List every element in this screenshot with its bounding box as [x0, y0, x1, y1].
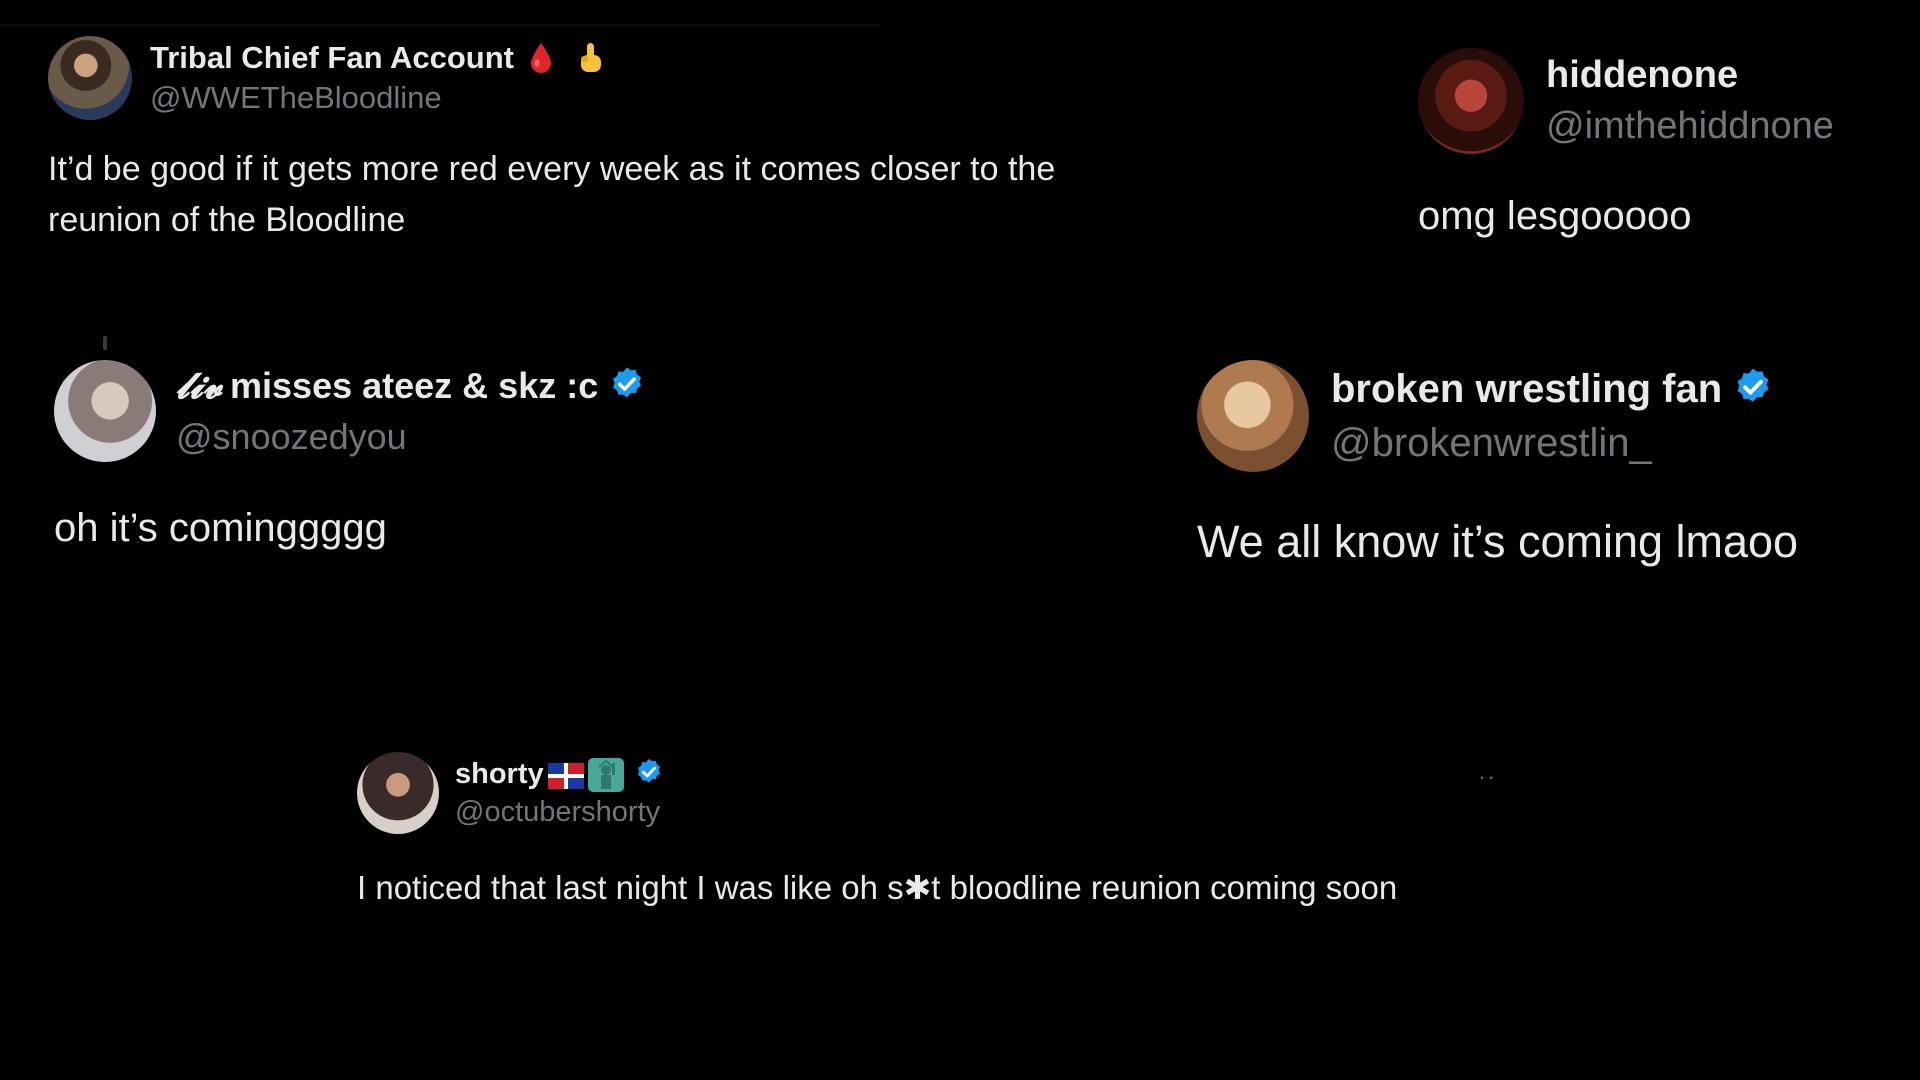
more-options-icon[interactable]: ··	[1478, 764, 1497, 790]
tweet-text: I noticed that last night I was like oh …	[357, 869, 1398, 906]
verified-badge-icon	[634, 757, 664, 792]
tweet-header: 𝓵𝓲𝓿 misses ateez & skz :c @snoozedyou	[54, 360, 854, 462]
tweet-header: broken wrestling fan @brokenwrestlin_	[1197, 360, 1897, 472]
blood-drop-icon	[528, 41, 554, 75]
handle[interactable]: @WWETheBloodline	[150, 80, 606, 116]
avatar[interactable]	[54, 360, 156, 462]
handle[interactable]: @brokenwrestlin_	[1331, 421, 1774, 466]
tweet-header: shorty @octubershorty	[357, 752, 1497, 834]
display-name-script[interactable]: 𝓵𝓲𝓿	[176, 365, 222, 408]
name-row: 𝓵𝓲𝓿 misses ateez & skz :c	[176, 365, 646, 408]
statue-of-liberty-icon	[587, 757, 624, 792]
tweet-header: hiddenone @imthehiddnone	[1418, 48, 1898, 154]
thread-connector	[103, 336, 107, 350]
handle[interactable]: @octubershorty	[455, 796, 664, 829]
author-info: broken wrestling fan @brokenwrestlin_	[1331, 366, 1774, 466]
author-info: hiddenone @imthehiddnone	[1546, 54, 1834, 148]
name-row: broken wrestling fan	[1331, 366, 1774, 413]
name-row: shorty	[455, 757, 664, 792]
tweet-text: It’d be good if it gets more red every w…	[48, 150, 1056, 239]
tweet-text: oh it’s cominggggg	[54, 506, 387, 550]
tweet-card[interactable]: hiddenone @imthehiddnone omg lesgooooo	[1418, 48, 1898, 239]
author-info: 𝓵𝓲𝓿 misses ateez & skz :c @snoozedyou	[176, 365, 646, 458]
tweet-collage: Tribal Chief Fan Account @WWETheBloodlin…	[0, 0, 1920, 1080]
tweet-card[interactable]: Tribal Chief Fan Account @WWETheBloodlin…	[48, 36, 1168, 246]
avatar[interactable]	[1197, 360, 1309, 472]
tweet-card[interactable]: ·· shorty @octubershorty I noticed that …	[357, 752, 1497, 907]
author-info: Tribal Chief Fan Account @WWETheBloodlin…	[150, 40, 606, 116]
tweet-text: omg lesgooooo	[1418, 194, 1692, 238]
tweet-text: We all know it’s coming lmaoo	[1197, 516, 1799, 567]
tweet-header: Tribal Chief Fan Account @WWETheBloodlin…	[48, 36, 1168, 120]
display-name[interactable]: Tribal Chief Fan Account	[150, 40, 514, 76]
display-name[interactable]: broken wrestling fan	[1331, 367, 1722, 412]
handle[interactable]: @imthehiddnone	[1546, 105, 1834, 148]
avatar[interactable]	[48, 36, 132, 120]
pointing-up-hand-icon	[576, 41, 606, 75]
divider	[0, 24, 880, 26]
avatar[interactable]	[1418, 48, 1524, 154]
display-name[interactable]: misses ateez & skz :c	[230, 365, 598, 407]
handle[interactable]: @snoozedyou	[176, 416, 646, 458]
name-row: Tribal Chief Fan Account	[150, 40, 606, 76]
tweet-card[interactable]: 𝓵𝓲𝓿 misses ateez & skz :c @snoozedyou oh…	[54, 360, 854, 551]
tweet-card[interactable]: broken wrestling fan @brokenwrestlin_ We…	[1197, 360, 1897, 568]
author-info: shorty @octubershorty	[455, 757, 664, 829]
verified-badge-icon	[608, 365, 646, 408]
display-name[interactable]: hiddenone	[1546, 54, 1834, 97]
display-name[interactable]: shorty	[455, 758, 544, 791]
verified-badge-icon	[1732, 366, 1774, 413]
dominican-flag-icon	[547, 761, 584, 789]
avatar[interactable]	[357, 752, 439, 834]
